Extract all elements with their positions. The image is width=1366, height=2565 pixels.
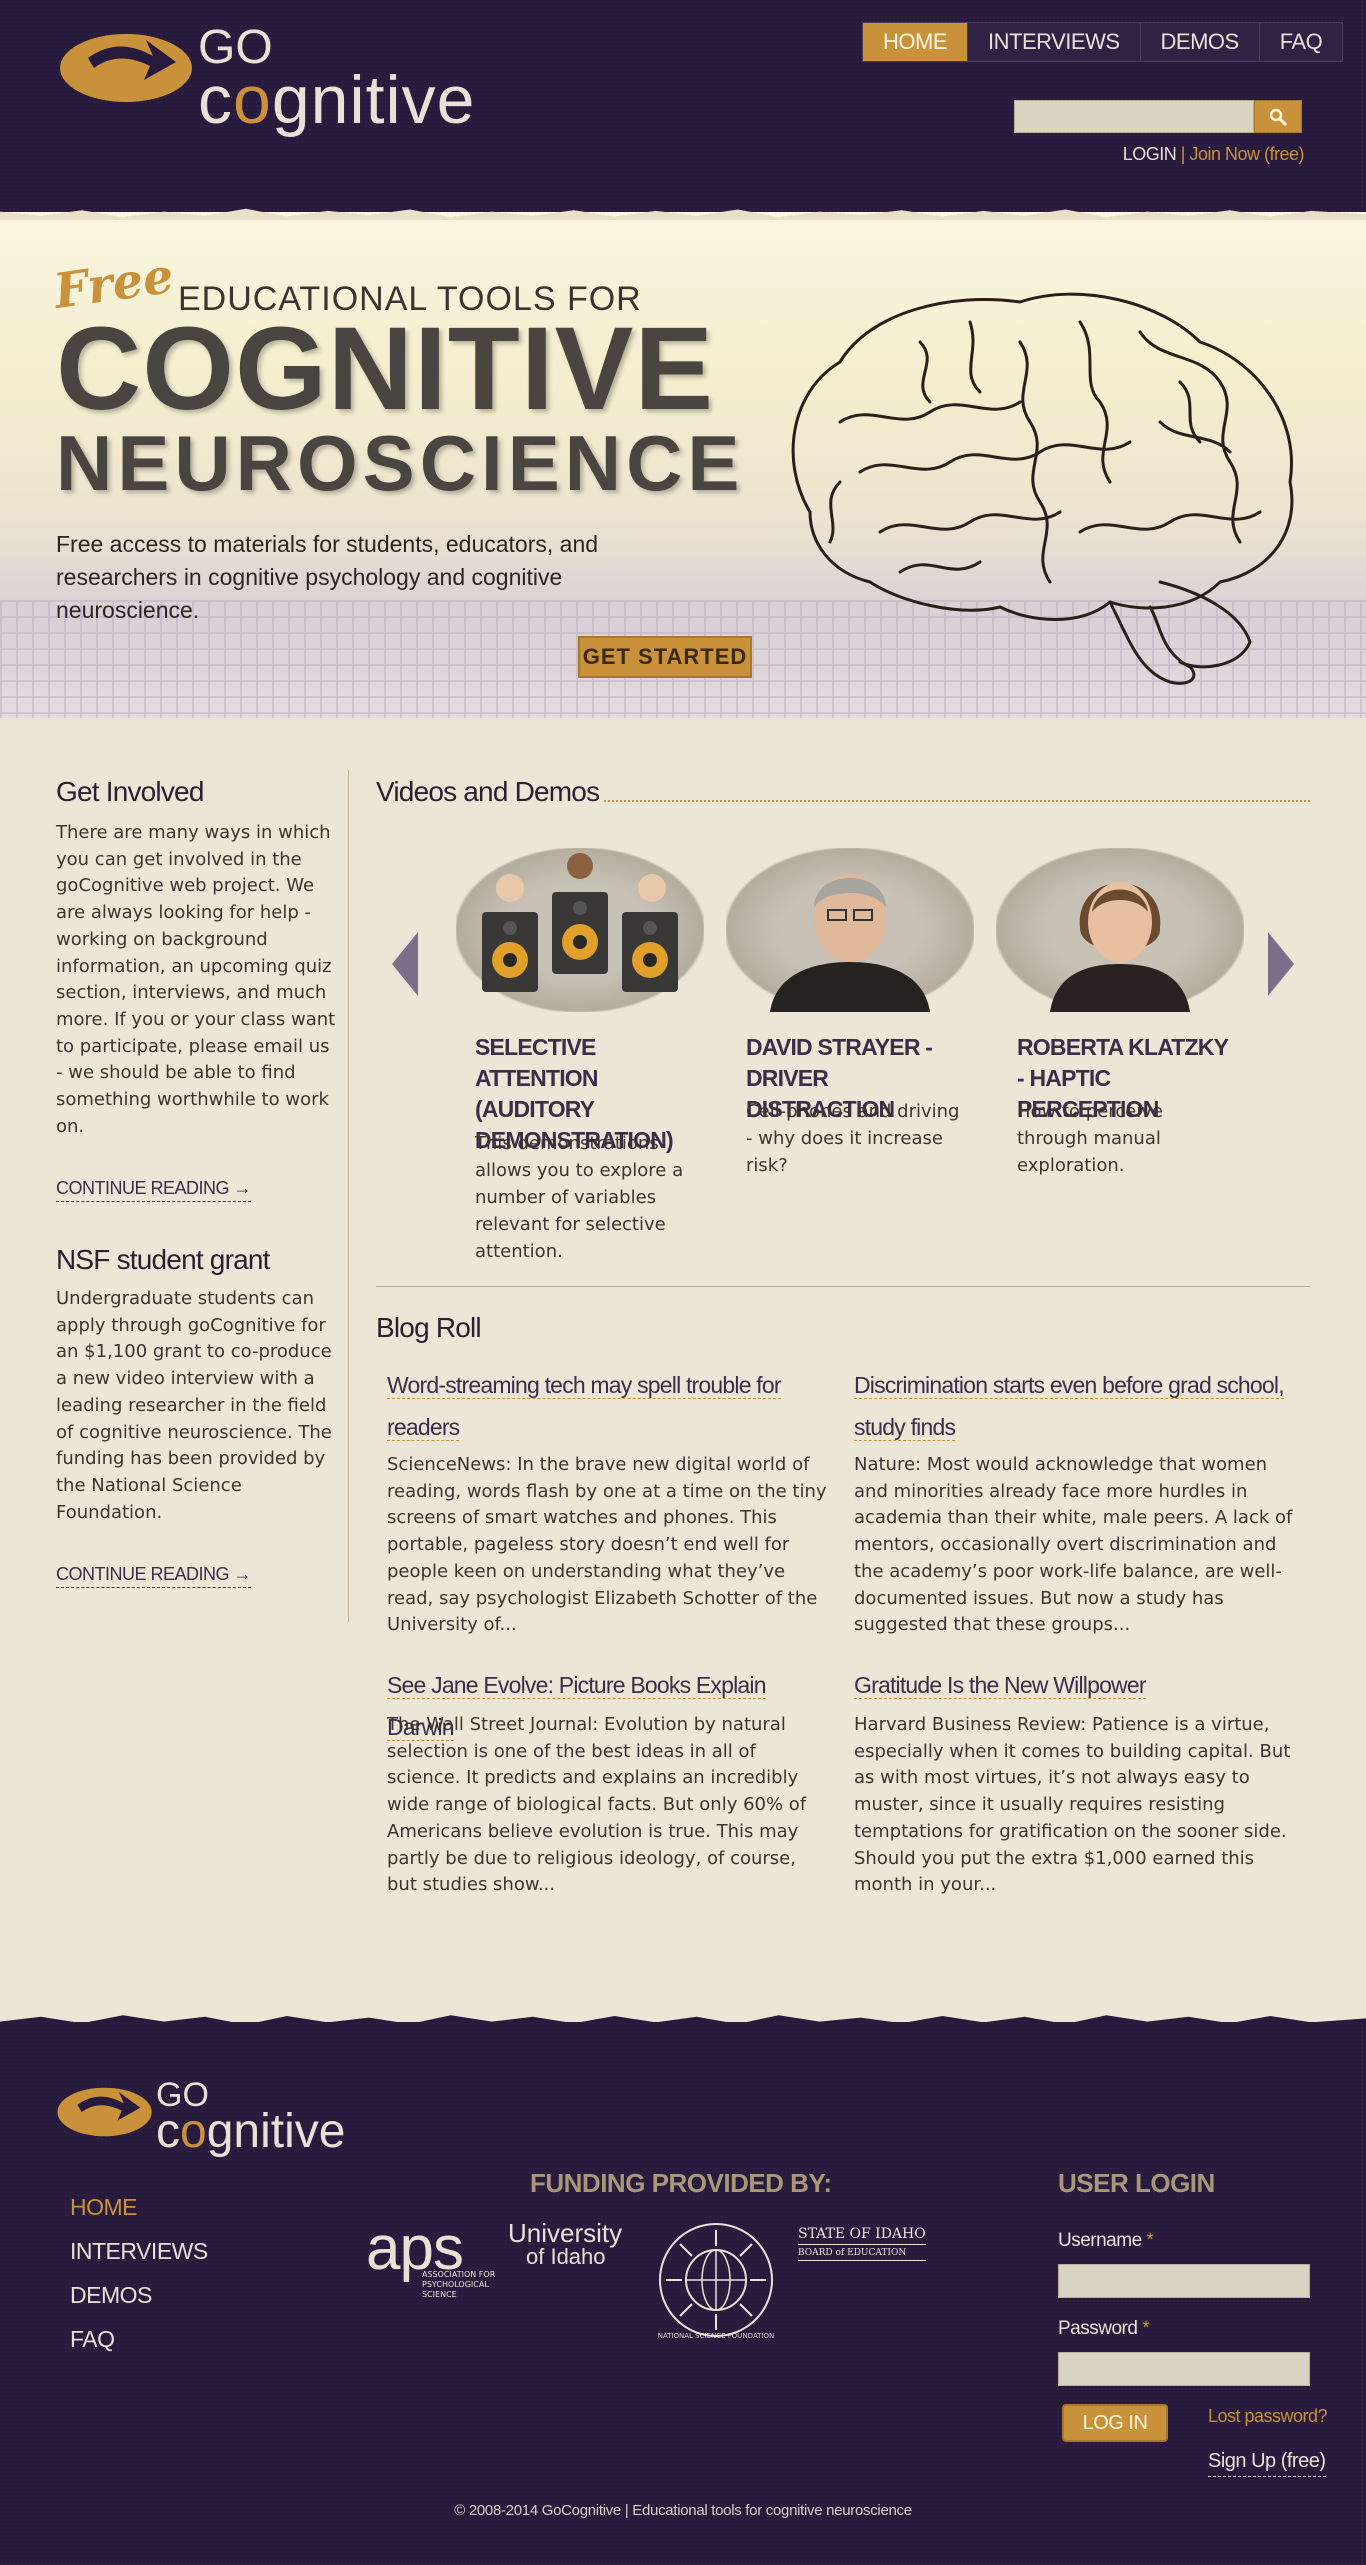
search-button[interactable]	[1254, 100, 1302, 133]
auth-links: LOGIN | Join Now (free)	[1060, 144, 1305, 165]
nsf-heading: NSF student grant	[56, 1244, 270, 1275]
nsf-logo[interactable]: NATIONAL SCIENCE FOUNDATION	[656, 2220, 776, 2340]
carousel-next-icon[interactable]	[1266, 932, 1296, 996]
footer-nav-interviews[interactable]: INTERVIEWS	[70, 2238, 208, 2265]
footer-logo-cognitive: cognitive	[156, 2105, 346, 2158]
video-thumbnail-2[interactable]	[726, 848, 974, 1012]
blog-post-title-2[interactable]: Discrimination starts even before grad s…	[854, 1364, 1304, 1448]
nav-interviews[interactable]: INTERVIEWS	[968, 23, 1141, 61]
main-nav: HOME INTERVIEWS DEMOS FAQ	[862, 22, 1344, 62]
site-logo[interactable]: GO cognitive	[58, 20, 508, 134]
logo-cognitive-text: cognitive	[198, 62, 476, 138]
video-desc-1: This demonstrations allows you to explor…	[475, 1133, 684, 1262]
person-icon	[770, 874, 930, 1012]
blog-post-title-4[interactable]: Gratitude Is the New Willpower	[854, 1664, 1304, 1706]
get-involved-heading: Get Involved	[56, 776, 204, 807]
videos-heading: Videos and Demos	[376, 776, 604, 808]
video-thumbnail-1[interactable]	[456, 848, 704, 1012]
blog-post-desc-2: Nature: Most would acknowledge that wome…	[854, 1454, 1293, 1636]
join-link[interactable]: Join Now (free)	[1189, 144, 1304, 164]
hero-title-cognitive: COGNITIVE	[56, 303, 715, 435]
blog-post-desc-1: ScienceNews: In the brave new digital wo…	[387, 1454, 827, 1636]
nav-demos[interactable]: DEMOS	[1141, 23, 1260, 61]
get-started-button[interactable]: GET STARTED	[578, 636, 752, 678]
get-involved-text: There are many ways in which you can get…	[56, 822, 336, 1137]
username-label: Username *	[1058, 2230, 1154, 2251]
search-input[interactable]	[1014, 100, 1254, 133]
copyright-text: © 2008-2014 GoCognitive | Educational to…	[454, 2502, 912, 2519]
password-input[interactable]	[1058, 2352, 1310, 2386]
footer-logo[interactable]: GO cognitive	[56, 2076, 386, 2156]
person-icon	[1050, 882, 1190, 1012]
signup-link[interactable]: Sign Up (free)	[1208, 2450, 1326, 2477]
nsf-text: Undergraduate students can apply through…	[56, 1288, 332, 1523]
section-divider	[376, 1286, 1310, 1287]
blog-post-desc-4: Harvard Business Review: Patience is a v…	[854, 1714, 1291, 1896]
hero-description: Free access to materials for students, e…	[56, 531, 599, 623]
auth-separator: |	[1180, 144, 1186, 164]
nsf-seal-icon	[659, 2223, 773, 2337]
password-label: Password *	[1058, 2318, 1150, 2339]
blog-post-title-1[interactable]: Word-streaming tech may spell trouble fo…	[387, 1364, 837, 1448]
idaho-board-logo[interactable]: STATE OF IDAHO BOARD of EDUCATION	[798, 2226, 926, 2261]
lost-password-link[interactable]: Lost password?	[1208, 2406, 1328, 2427]
footer-nav-faq[interactable]: FAQ	[70, 2326, 115, 2353]
footer-nav-demos[interactable]: DEMOS	[70, 2282, 152, 2309]
logo-swoosh-icon	[60, 34, 192, 102]
video-thumbnail-3[interactable]	[996, 848, 1244, 1012]
user-login-heading: USER LOGIN	[1058, 2168, 1215, 2198]
blog-post-desc-3: The Wall Street Journal: Evolution by na…	[387, 1714, 807, 1896]
logo-swoosh-icon	[57, 2087, 152, 2137]
search-icon	[1269, 108, 1288, 126]
login-link[interactable]: LOGIN	[1123, 144, 1177, 164]
continue-reading-link-1[interactable]: CONTINUE READING →	[56, 1178, 252, 1202]
blog-heading: Blog Roll	[376, 1312, 485, 1344]
video-desc-3: How to perceive through manual explorati…	[1017, 1101, 1163, 1176]
video-desc-2: Cell-phones and driving - why does it in…	[746, 1101, 960, 1176]
carousel-prev-icon[interactable]	[390, 932, 420, 996]
nav-home[interactable]: HOME	[863, 23, 968, 61]
university-of-idaho-logo[interactable]: University of Idaho	[508, 2220, 622, 2268]
nav-faq[interactable]: FAQ	[1260, 23, 1343, 61]
continue-reading-link-2[interactable]: CONTINUE READING →	[56, 1564, 252, 1588]
nsf-logo-text: NATIONAL SCIENCE FOUNDATION	[657, 2332, 775, 2340]
funding-heading: FUNDING PROVIDED BY:	[530, 2168, 832, 2198]
column-divider	[348, 770, 349, 1622]
username-input[interactable]	[1058, 2264, 1310, 2298]
brain-illustration-icon	[791, 292, 1294, 685]
login-button[interactable]: LOG IN	[1062, 2404, 1168, 2442]
site-header: GO cognitive HOME INTERVIEWS DEMOS FAQ L…	[0, 0, 1366, 212]
footer-nav-home[interactable]: HOME	[70, 2194, 138, 2221]
aps-logo[interactable]: aps ASSOCIATION FOR PSYCHOLOGICAL SCIENC…	[366, 2218, 495, 2300]
hero-title-neuroscience: NEUROSCIENCE	[56, 419, 745, 507]
speakers-icon	[482, 853, 678, 992]
